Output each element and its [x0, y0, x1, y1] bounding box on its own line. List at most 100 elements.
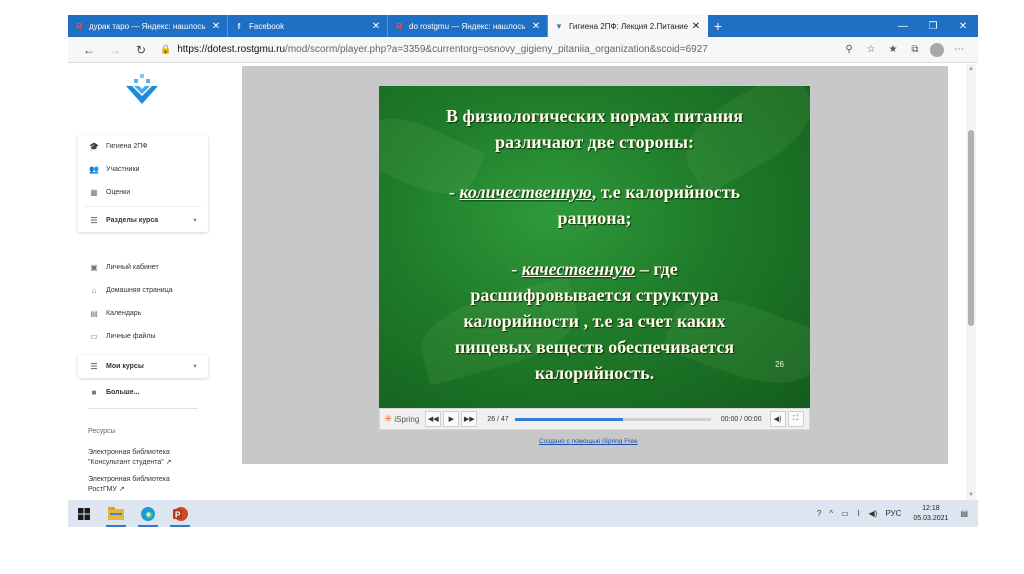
- close-icon[interactable]: ✕: [211, 21, 221, 32]
- sidebar-item-label: Больше...: [106, 389, 140, 396]
- tab-facebook[interactable]: f Facebook ✕: [228, 15, 388, 37]
- zoom-icon[interactable]: ⚲: [838, 40, 860, 60]
- ispring-credit-link[interactable]: Создано с помощью iSpring Free: [539, 438, 638, 445]
- site-logo: [126, 74, 158, 104]
- resource-link-rostgmu[interactable]: Электронная библиотека РостГМУ ↗: [88, 475, 208, 495]
- chevron-down-icon: ▼: [192, 217, 198, 224]
- file-explorer-icon[interactable]: [100, 500, 132, 527]
- close-icon[interactable]: ✕: [531, 21, 541, 32]
- slide-line: - качественную – где: [379, 259, 810, 280]
- vertical-scrollbar[interactable]: ▲ ▼: [966, 64, 976, 500]
- player-controls: ✳ iSpring ◀◀ ▶ ▶▶ 26 / 47 00:00 / 00:00 ◀…: [379, 408, 810, 430]
- divider: [88, 408, 198, 409]
- profile-avatar[interactable]: [926, 40, 948, 60]
- tab-yandex-2[interactable]: Я do rostgmu — Яндекс: нашлось ✕: [388, 15, 548, 37]
- next-slide-button[interactable]: ▶▶: [461, 411, 478, 427]
- play-button[interactable]: ▶: [443, 411, 460, 427]
- slide-counter: 26 / 47: [487, 415, 509, 423]
- sidebar-item-home[interactable]: ⌂ Домашняя страница: [78, 279, 208, 302]
- tab-title: дурак таро — Яндекс: нашлось: [89, 21, 206, 31]
- url-field[interactable]: 🔒 https://dotest.rostgmu.ru /mod/scorm/p…: [154, 40, 838, 60]
- speaker-icon[interactable]: ◀): [869, 509, 878, 518]
- volume-button[interactable]: ◀): [769, 411, 786, 427]
- restore-button[interactable]: ❐: [918, 15, 948, 37]
- files-icon: ▭: [90, 332, 98, 341]
- back-button[interactable]: ←: [76, 40, 102, 60]
- tab-yandex-1[interactable]: Я дурак таро — Яндекс: нашлось ✕: [68, 15, 228, 37]
- sidebar-item-calendar[interactable]: ▤ Календарь: [78, 302, 208, 325]
- progress-bar[interactable]: [514, 417, 711, 421]
- graduation-cap-icon: 🎓: [89, 142, 99, 151]
- close-icon[interactable]: ✕: [371, 21, 381, 32]
- tab-title: do rostgmu — Яндекс: нашлось: [409, 21, 526, 31]
- facebook-icon: f: [237, 21, 241, 31]
- list-icon: ☰: [90, 216, 98, 225]
- close-icon[interactable]: ✕: [691, 21, 701, 32]
- add-favorite-icon[interactable]: ☆: [860, 40, 882, 60]
- sidebar-item-participants[interactable]: 👥 Участники: [78, 158, 208, 181]
- chevron-down-icon: ▼: [192, 363, 198, 370]
- resource-link-consultant[interactable]: Электронная библиотека "Консультант студ…: [88, 448, 208, 468]
- help-icon[interactable]: ?: [817, 509, 821, 518]
- presentation-slide: В физиологических нормах питания различа…: [379, 86, 810, 408]
- scroll-up-icon[interactable]: ▲: [968, 66, 974, 72]
- refresh-button[interactable]: ↻: [128, 40, 154, 60]
- slide-text: – где: [635, 259, 678, 279]
- sidebar-item-grades[interactable]: ▦ Оценки: [78, 181, 208, 204]
- url-path: /mod/scorm/player.php?a=3359&currentorg=…: [285, 44, 708, 55]
- sidebar-item-label: Участники: [106, 166, 140, 173]
- minimize-button[interactable]: —: [888, 15, 918, 37]
- notifications-icon[interactable]: ▤: [960, 509, 968, 518]
- tab-bar: Я дурак таро — Яндекс: нашлось ✕ f Faceb…: [68, 15, 978, 37]
- prev-slide-button[interactable]: ◀◀: [425, 411, 442, 427]
- resource-link-line: Электронная библиотека: [88, 449, 170, 456]
- chevron-up-icon[interactable]: ^: [829, 509, 833, 518]
- sidebar-item-my-courses[interactable]: ☰ Мои курсы ▼: [78, 355, 208, 378]
- sidebar-item-course[interactable]: 🎓 Гигиена 2ПФ: [78, 135, 208, 158]
- url-host: https://dotest.rostgmu.ru: [177, 44, 286, 55]
- slide-line: различают две стороны:: [494, 132, 695, 152]
- taskbar: P ? ^ ▭ ⌇ ◀) РУС 12:18 05.03.2021 ▤: [68, 500, 978, 527]
- slide-dash: -: [448, 182, 460, 202]
- sidebar-item-files[interactable]: ▭ Личные файлы: [78, 325, 208, 348]
- edge-icon[interactable]: [132, 500, 164, 527]
- fullscreen-button[interactable]: ⛶: [787, 411, 804, 427]
- list-icon: ☰: [90, 362, 98, 371]
- sidebar-item-more[interactable]: ■ Больше...: [78, 381, 208, 404]
- external-link-icon: ↗: [118, 486, 125, 493]
- slide-page-number: 26: [775, 360, 784, 369]
- sidebar-item-sections[interactable]: ☰ Разделы курса ▼: [78, 209, 208, 232]
- clock[interactable]: 12:18 05.03.2021: [913, 504, 948, 524]
- moodle-icon: ▼: [555, 21, 563, 31]
- system-tray: ? ^ ▭ ⌇ ◀) РУС 12:18 05.03.2021 ▤: [813, 504, 978, 524]
- sidebar-item-label: Домашняя страница: [106, 287, 173, 294]
- close-window-button[interactable]: ✕: [948, 15, 978, 37]
- tab-title: Гигиена 2ПФ: Лекция 2.Питание: [569, 21, 689, 31]
- favorites-icon[interactable]: ★: [882, 40, 904, 60]
- scroll-down-icon[interactable]: ▼: [968, 492, 974, 498]
- sidebar-item-label: Личные файлы: [106, 333, 156, 340]
- input-language[interactable]: РУС: [885, 509, 901, 518]
- my-courses-card: ☰ Мои курсы ▼: [78, 355, 208, 378]
- powerpoint-icon[interactable]: P: [164, 500, 196, 527]
- sidebar-item-dashboard[interactable]: ▣ Личный кабинет: [78, 256, 208, 279]
- clock-time: 12:18: [922, 504, 940, 512]
- scorm-player: В физиологических нормах питания различа…: [242, 66, 948, 464]
- ispring-star-icon: ✳: [384, 413, 393, 425]
- nav-list: ▣ Личный кабинет ⌂ Домашняя страница ▤ К…: [78, 256, 208, 348]
- windows-start-icon[interactable]: [68, 500, 100, 527]
- new-tab-button[interactable]: +: [708, 15, 728, 37]
- lock-icon: 🔒: [160, 44, 172, 54]
- network-icon[interactable]: ⌇: [857, 509, 861, 518]
- course-card: 🎓 Гигиена 2ПФ 👥 Участники ▦ Оценки ☰ Раз…: [78, 135, 208, 232]
- menu-icon[interactable]: ⋯: [948, 40, 970, 60]
- battery-icon[interactable]: ▭: [841, 509, 849, 518]
- divider: [84, 206, 202, 207]
- slide-line: рациона;: [557, 208, 632, 228]
- tab-lecture[interactable]: ▼ Гигиена 2ПФ: Лекция 2.Питание ✕: [548, 15, 708, 37]
- grades-icon: ▦: [90, 188, 98, 197]
- forward-button[interactable]: →: [102, 40, 128, 60]
- slide-line: расшифровывается структура: [470, 285, 719, 305]
- collections-icon[interactable]: ⧉: [904, 40, 926, 60]
- scrollbar-thumb[interactable]: [968, 130, 974, 326]
